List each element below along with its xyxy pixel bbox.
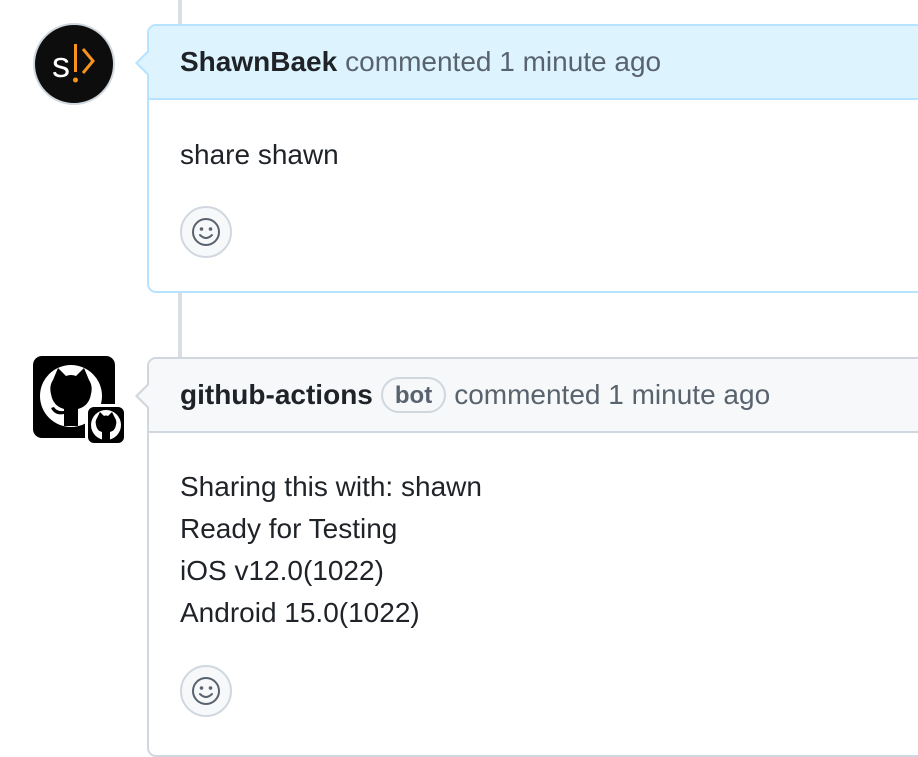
comment-author[interactable]: github-actions <box>180 379 373 411</box>
smiley-icon <box>192 218 220 246</box>
comment-body: Sharing this with: shawn Ready for Testi… <box>149 433 918 634</box>
comment-card: ShawnBaek commented 1 minute ago share s… <box>135 24 918 293</box>
comment-timestamp[interactable]: commented 1 minute ago <box>454 379 770 411</box>
bot-badge: bot <box>380 377 447 413</box>
comment-header: ShawnBaek commented 1 minute ago <box>149 26 918 100</box>
comment-pointer <box>135 49 150 77</box>
comment-body-line: Sharing this with: shawn <box>180 471 482 502</box>
comment-body-line: Android 15.0(1022) <box>180 597 420 628</box>
shawn-logo-icon: s <box>52 44 95 85</box>
avatar-shawnbaek[interactable]: s <box>33 23 115 105</box>
comment-card: github-actions bot commented 1 minute ag… <box>135 357 918 757</box>
comment-timestamp[interactable]: commented 1 minute ago <box>345 46 661 78</box>
comment-body-line: Ready for Testing <box>180 513 398 544</box>
comment-header: github-actions bot commented 1 minute ag… <box>149 359 918 433</box>
github-octocat-icon <box>91 410 121 440</box>
avatar-github-actions[interactable] <box>33 356 127 446</box>
add-reaction-button[interactable] <box>180 206 232 258</box>
add-reaction-button[interactable] <box>180 665 232 717</box>
smiley-icon <box>192 677 220 705</box>
github-badge <box>85 404 127 446</box>
comment-body-line: share shawn <box>180 139 339 170</box>
comment-body: share shawn <box>149 100 918 176</box>
comment-body-line: iOS v12.0(1022) <box>180 555 384 586</box>
comment-pointer <box>135 382 150 410</box>
comment-author[interactable]: ShawnBaek <box>180 46 337 78</box>
svg-text:s: s <box>52 44 70 85</box>
